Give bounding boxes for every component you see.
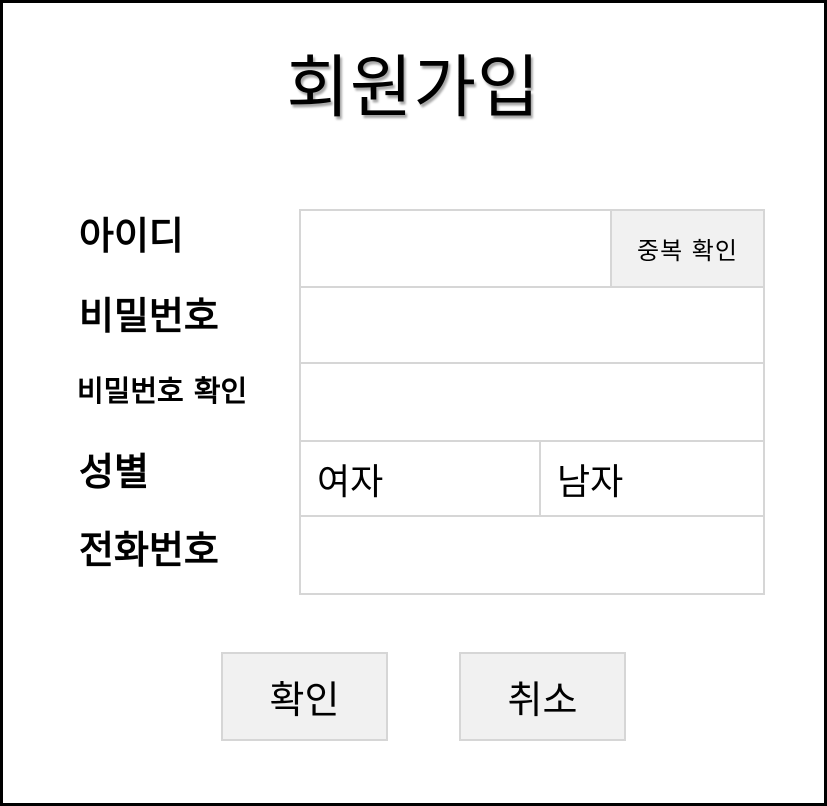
label-password-confirm: 비밀번호 확인 (77, 374, 248, 408)
confirm-button[interactable]: 확인 (221, 652, 388, 741)
gender-option-female[interactable]: 여자 (301, 442, 539, 515)
duplicate-check-button[interactable]: 중복 확인 (612, 211, 763, 286)
phone-input[interactable] (301, 517, 763, 593)
label-phone: 전화번호 (79, 528, 219, 572)
label-gender: 성별 (79, 450, 149, 494)
password-confirm-input[interactable] (301, 364, 763, 440)
id-input[interactable] (301, 211, 610, 286)
signup-form: 중복 확인 여자 남자 (299, 209, 765, 595)
password-input[interactable] (301, 288, 763, 362)
signup-window: 회원가입 아이디 비밀번호 비밀번호 확인 성별 전화번호 중복 확인 여자 남… (0, 0, 827, 806)
gender-option-male[interactable]: 남자 (541, 442, 763, 515)
label-id: 아이디 (79, 214, 184, 258)
cancel-button[interactable]: 취소 (459, 652, 626, 741)
page-title: 회원가입 (286, 49, 541, 128)
label-password: 비밀번호 (79, 294, 219, 338)
